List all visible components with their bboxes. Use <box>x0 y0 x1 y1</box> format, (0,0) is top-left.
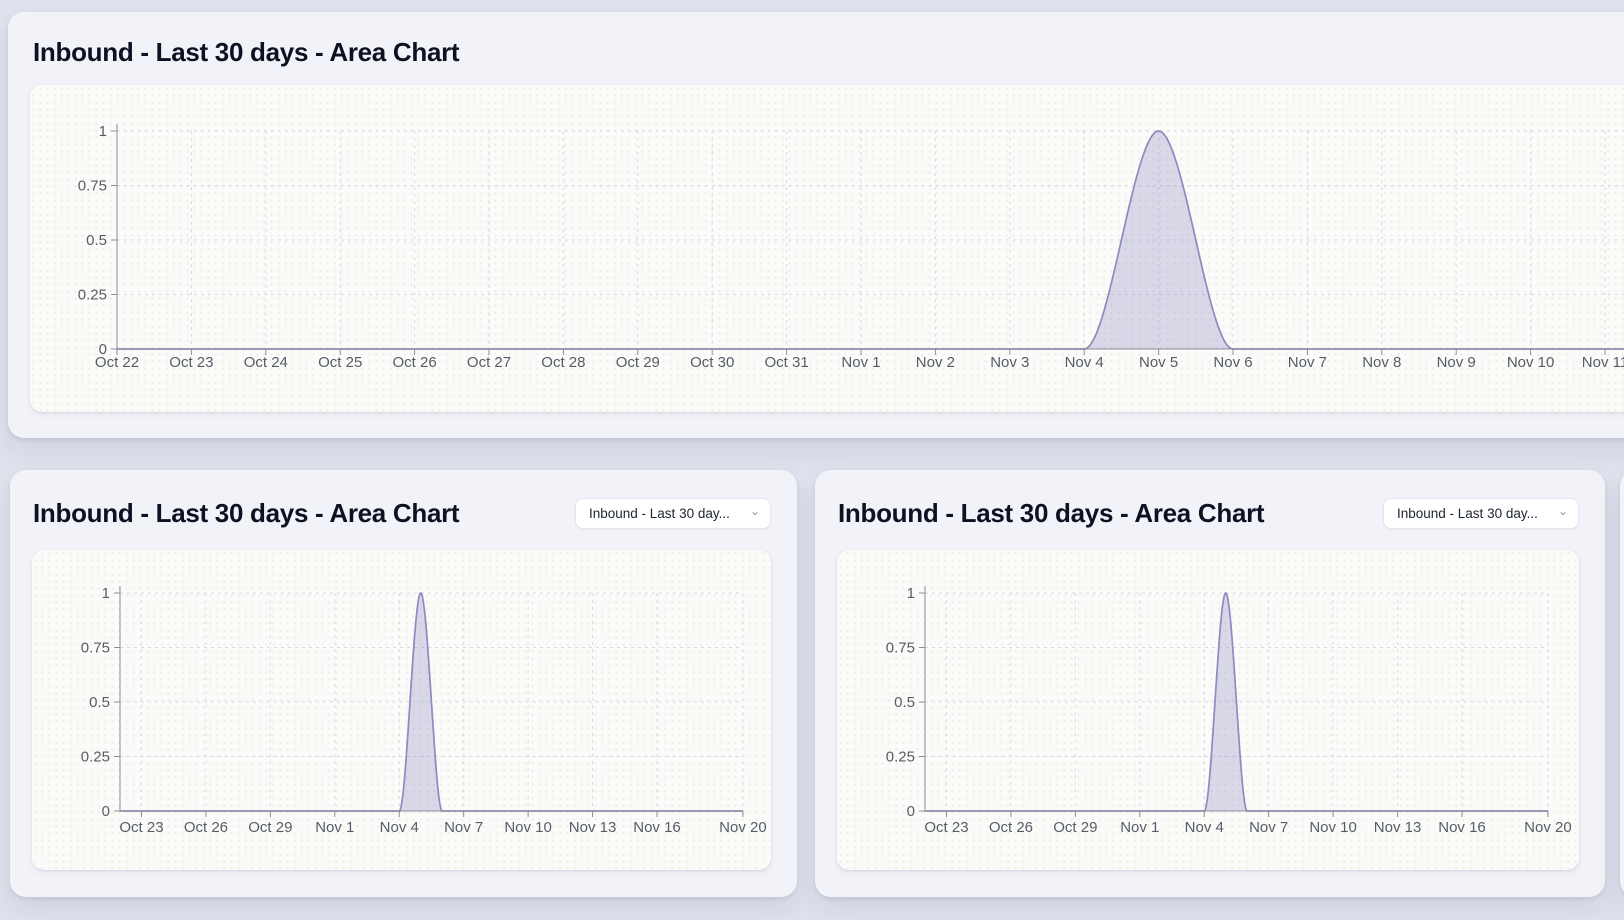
chevron-down-icon: ⌄ <box>1558 505 1568 517</box>
dashboard-page: { "theme": { "page_bg": "#dfe2ec", "card… <box>0 0 1624 920</box>
area-chart-canvas: 0 0.25 0.5 0.75 1 Oct 23 Oct 26 Oct 29 Nov 1 Nov … <box>32 550 771 870</box>
card-top-chart: Inbound - Last 30 days - Area Chart 00.2… <box>8 12 1624 438</box>
card-partial-right-edge <box>1620 470 1624 897</box>
y-tick-label: 0.25 <box>78 287 107 304</box>
x-tick-label: Nov 10 <box>1507 354 1555 371</box>
x-tick-label: Nov 10 <box>1309 819 1357 836</box>
y-tick-label: 0 <box>907 803 915 820</box>
y-tick-label: 0.75 <box>78 178 107 195</box>
x-tick-label: Oct 26 <box>393 354 437 371</box>
x-tick-label: Nov 4 <box>380 819 419 836</box>
x-tick-label: Nov 11 <box>1582 354 1624 371</box>
axis-labels: 00.250.50.751Oct 22Oct 23Oct 24Oct 25Oct… <box>78 123 1624 371</box>
area-chart-canvas: 0 0.25 0.5 0.75 1 Oct 23 Oct 26 Oct 29 Nov 1 Nov … <box>837 550 1579 870</box>
y-tick-label: 1 <box>907 585 915 602</box>
x-tick-label: Nov 10 <box>504 819 552 836</box>
x-tick-label: Nov 5 <box>1139 354 1178 371</box>
x-tick-label: Nov 7 <box>1249 819 1288 836</box>
x-tick-label: Nov 20 <box>719 819 767 836</box>
dropdown-selected-value: Inbound - Last 30 day... <box>1397 506 1538 521</box>
x-tick-label: Oct 31 <box>765 354 809 371</box>
chart-panel: 00.250.50.751Oct 22Oct 23Oct 24Oct 25Oct… <box>30 85 1624 412</box>
chart-title: Inbound - Last 30 days - Area Chart <box>33 499 459 528</box>
y-tick-label: 0.25 <box>81 749 110 766</box>
chart-panel: 0 0.25 0.5 0.75 1 Oct 23 Oct 26 Oct 29 Nov 1 Nov … <box>837 550 1579 870</box>
x-tick-label: Nov 1 <box>315 819 354 836</box>
x-tick-label: Oct 29 <box>1053 819 1097 836</box>
chevron-down-icon: ⌄ <box>750 505 760 517</box>
card-header: Inbound - Last 30 days - Area Chart Inbo… <box>10 470 797 550</box>
x-tick-label: Oct 22 <box>95 354 139 371</box>
y-tick-label: 1 <box>99 123 107 140</box>
card-bottom-right-chart: Inbound - Last 30 days - Area Chart Inbo… <box>815 470 1605 897</box>
y-tick-label: 0.75 <box>81 640 110 657</box>
x-tick-label: Oct 25 <box>318 354 362 371</box>
x-tick-label: Nov 13 <box>569 819 617 836</box>
x-tick-label: Nov 1 <box>841 354 880 371</box>
area-chart-canvas: 00.250.50.751Oct 22Oct 23Oct 24Oct 25Oct… <box>30 85 1624 412</box>
card-header: Inbound - Last 30 days - Area Chart <box>8 12 1624 85</box>
x-tick-label: Oct 23 <box>924 819 968 836</box>
x-tick-label: Nov 16 <box>1438 819 1486 836</box>
y-tick-label: 0.25 <box>886 749 915 766</box>
x-tick-label: Nov 9 <box>1437 354 1476 371</box>
x-tick-label: Oct 30 <box>690 354 734 371</box>
chart-panel: 0 0.25 0.5 0.75 1 Oct 23 Oct 26 Oct 29 Nov 1 Nov … <box>32 550 771 870</box>
y-tick-label: 0.5 <box>894 694 915 711</box>
x-tick-label: Oct 23 <box>119 819 163 836</box>
x-tick-label: Nov 1 <box>1120 819 1159 836</box>
y-tick-label: 1 <box>102 585 110 602</box>
chart-selector-dropdown[interactable]: Inbound - Last 30 day... ⌄ <box>575 498 771 529</box>
x-tick-label: Oct 27 <box>467 354 511 371</box>
card-bottom-left-chart: Inbound - Last 30 days - Area Chart Inbo… <box>10 470 797 897</box>
card-header: Inbound - Last 30 days - Area Chart Inbo… <box>815 470 1605 550</box>
x-tick-label: Nov 16 <box>633 819 681 836</box>
x-tick-label: Oct 29 <box>616 354 660 371</box>
y-tick-label: 0 <box>102 803 110 820</box>
x-tick-label: Nov 6 <box>1213 354 1252 371</box>
x-tick-label: Nov 3 <box>990 354 1029 371</box>
x-tick-label: Nov 13 <box>1374 819 1422 836</box>
chart-title: Inbound - Last 30 days - Area Chart <box>838 499 1264 528</box>
x-tick-label: Oct 23 <box>169 354 213 371</box>
x-tick-label: Nov 2 <box>916 354 955 371</box>
x-tick-label: Nov 4 <box>1185 819 1224 836</box>
x-tick-label: Nov 7 <box>1288 354 1327 371</box>
chart-title: Inbound - Last 30 days - Area Chart <box>33 38 459 67</box>
y-tick-label: 0.5 <box>86 232 107 249</box>
gridlines <box>117 131 1624 349</box>
x-tick-label: Oct 24 <box>244 354 288 371</box>
y-tick-label: 0.5 <box>89 694 110 711</box>
dropdown-selected-value: Inbound - Last 30 day... <box>589 506 730 521</box>
x-tick-label: Oct 26 <box>184 819 228 836</box>
x-tick-label: Oct 28 <box>541 354 585 371</box>
x-tick-label: Nov 20 <box>1524 819 1572 836</box>
chart-selector-dropdown[interactable]: Inbound - Last 30 day... ⌄ <box>1383 498 1579 529</box>
x-tick-label: Oct 26 <box>989 819 1033 836</box>
x-tick-label: Oct 29 <box>248 819 292 836</box>
x-tick-label: Nov 8 <box>1362 354 1401 371</box>
x-tick-label: Nov 4 <box>1065 354 1104 371</box>
y-tick-label: 0.75 <box>886 640 915 657</box>
x-tick-label: Nov 7 <box>444 819 483 836</box>
